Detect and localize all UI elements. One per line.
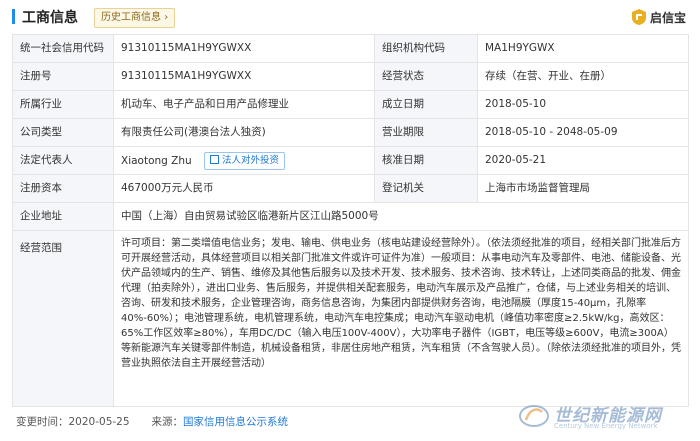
source-label: 来源： — [151, 416, 184, 428]
external-link-icon — [210, 154, 220, 164]
footer: 变更时间：2020-05-25 来源：国家信用信息公示系统 — [16, 414, 288, 429]
field-label: 核准日期 — [374, 146, 478, 175]
field-value: 467000万元人民币 — [113, 174, 375, 203]
field-label: 经营范围 — [12, 230, 114, 407]
table-row: 注册资本 467000万元人民币 登记机关 上海市市场监督管理局 — [12, 174, 689, 203]
watermark-subtext: Century New Energy Network — [554, 422, 658, 430]
section-header: 工商信息 历史工商信息 › 启信宝 — [12, 6, 690, 30]
legal-rep-name: Xiaotong Zhu — [121, 154, 192, 167]
field-label: 注册资本 — [12, 174, 114, 203]
field-value: 2018-05-10 — [477, 90, 689, 119]
history-info-label: 历史工商信息 — [101, 12, 161, 23]
field-value: 机动车、电子产品和日用产品修理业 — [113, 90, 375, 119]
field-value: MA1H9YGWX — [477, 34, 689, 63]
watermark-logo-icon — [519, 405, 549, 427]
field-label: 组织机构代码 — [374, 34, 478, 63]
field-label: 注册号 — [12, 62, 114, 91]
table-row: 统一社会信用代码 91310115MA1H9YGWXX 组织机构代码 MA1H9… — [12, 34, 689, 63]
table-row: 经营范围 许可项目：第二类增值电信业务；发电、输电、供电业务（核电站建设经营除外… — [12, 230, 689, 407]
field-label: 登记机关 — [374, 174, 478, 203]
field-label: 营业期限 — [374, 118, 478, 147]
chevron-right-icon: › — [164, 12, 169, 23]
table-row: 企业地址 中国（上海）自由贸易试验区临港新片区江山路5000号 — [12, 202, 689, 231]
field-label: 企业地址 — [12, 202, 114, 231]
field-value: 存续（在营、开业、在册） — [477, 62, 689, 91]
field-value: 91310115MA1H9YGWXX — [113, 34, 375, 63]
watermark: 世纪新能源网 Century New Energy Network — [518, 401, 688, 431]
change-date: 变更时间：2020-05-25 — [16, 416, 130, 428]
field-label: 经营状态 — [374, 62, 478, 91]
field-value: 2018-05-10 - 2048-05-09 — [477, 118, 689, 147]
title-accent-bar — [12, 9, 15, 24]
field-label: 法定代表人 — [12, 146, 114, 175]
business-info-table: 统一社会信用代码 91310115MA1H9YGWXX 组织机构代码 MA1H9… — [12, 34, 689, 407]
field-value: 上海市市场监督管理局 — [477, 174, 689, 203]
field-label: 统一社会信用代码 — [12, 34, 114, 63]
field-value: 有限责任公司(港澳台法人独资) — [113, 118, 375, 147]
address-value: 中国（上海）自由贸易试验区临港新片区江山路5000号 — [113, 202, 689, 231]
legal-rep-cell: Xiaotong Zhu 法人对外投资 — [113, 146, 375, 175]
business-scope-value: 许可项目：第二类增值电信业务；发电、输电、供电业务（核电站建设经营除外）。（依法… — [113, 230, 689, 407]
field-value: 91310115MA1H9YGWXX — [113, 62, 375, 91]
table-row: 注册号 91310115MA1H9YGWXX 经营状态 存续（在营、开业、在册） — [12, 62, 689, 91]
field-label: 公司类型 — [12, 118, 114, 147]
table-row: 法定代表人 Xiaotong Zhu 法人对外投资 核准日期 2020-05-2… — [12, 146, 689, 175]
table-row: 公司类型 有限责任公司(港澳台法人独资) 营业期限 2018-05-10 - 2… — [12, 118, 689, 147]
source-link[interactable]: 国家信用信息公示系统 — [183, 416, 288, 428]
logo-text: 启信宝 — [649, 10, 686, 25]
qixinbao-logo: 启信宝 — [631, 7, 686, 27]
history-info-button[interactable]: 历史工商信息 › — [94, 8, 176, 28]
logo-icon — [631, 9, 646, 25]
table-row: 所属行业 机动车、电子产品和日用产品修理业 成立日期 2018-05-10 — [12, 90, 689, 119]
legal-rep-investment-button[interactable]: 法人对外投资 — [204, 151, 286, 170]
section-title: 工商信息 — [22, 10, 78, 26]
field-label: 成立日期 — [374, 90, 478, 119]
legal-rep-investment-label: 法人对外投资 — [222, 154, 280, 166]
field-value: 2020-05-21 — [477, 146, 689, 175]
field-label: 所属行业 — [12, 90, 114, 119]
